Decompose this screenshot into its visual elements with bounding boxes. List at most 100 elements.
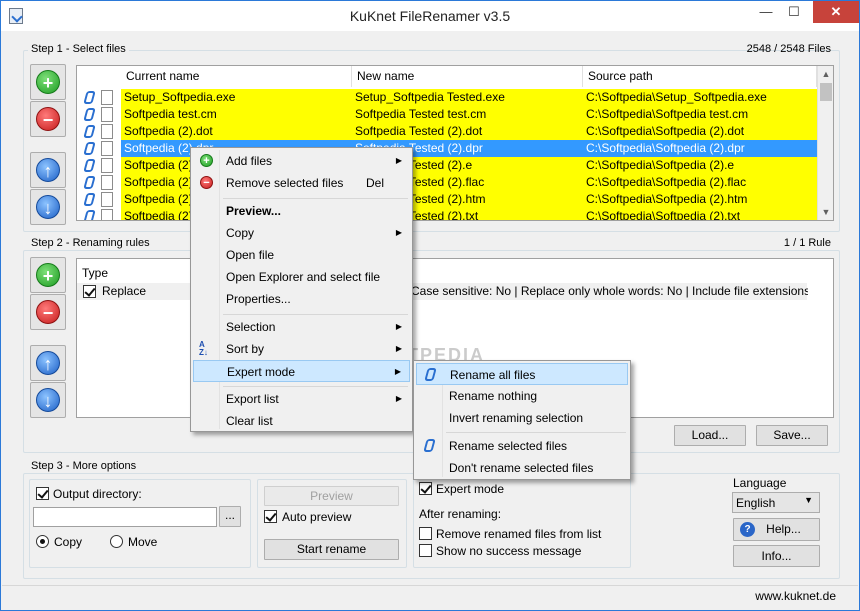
kuknet-file-icon xyxy=(83,175,95,189)
preview-button[interactable]: Preview xyxy=(264,486,399,506)
step1-file-count: 2548 / 2548 Files xyxy=(746,43,831,55)
rule-up-button[interactable]: ↑ xyxy=(30,345,66,381)
current-name-cell: Softpedia (2).dot xyxy=(124,124,213,138)
sort-az-icon: A Z↓ xyxy=(199,340,208,357)
menu-expert-mode[interactable]: Expert mode ▶ xyxy=(193,360,410,382)
col-new-name[interactable]: New name xyxy=(352,66,583,87)
kuknet-file-icon xyxy=(83,124,95,138)
add-rule-button[interactable]: + xyxy=(30,257,66,293)
menu-separator xyxy=(223,198,408,199)
menu-export-list[interactable]: Export list ▶ xyxy=(193,388,410,410)
language-select[interactable]: English ▼ xyxy=(732,492,820,513)
move-radio[interactable] xyxy=(110,535,123,548)
menu-copy[interactable]: Copy ▶ xyxy=(193,222,410,244)
maximize-button[interactable]: ☐ xyxy=(781,1,807,23)
file-icon xyxy=(101,175,113,190)
menu-properties[interactable]: Properties... xyxy=(193,288,410,310)
up-arrow-icon: ↑ xyxy=(36,158,60,182)
save-rules-button[interactable]: Save... xyxy=(756,425,828,446)
new-name-cell: Setup_Softpedia Tested.exe xyxy=(355,90,505,104)
help-button-label: Help... xyxy=(766,522,801,536)
col-source-path[interactable]: Source path xyxy=(583,66,817,87)
scroll-thumb[interactable] xyxy=(820,83,832,101)
col-current-name[interactable]: Current name xyxy=(121,66,352,87)
add-icon: + xyxy=(36,70,60,94)
move-label: Move xyxy=(128,535,158,549)
no-success-checkbox[interactable] xyxy=(419,544,432,557)
kuknet-file-icon xyxy=(83,158,95,172)
submenu-dont-rename-selected[interactable]: Don't rename selected files xyxy=(416,457,628,479)
website-link[interactable]: www.kuknet.de xyxy=(755,589,836,603)
after-renaming-label: After renaming: xyxy=(419,507,502,521)
kuknet-file-icon xyxy=(83,141,95,155)
remove-renamed-label: Remove renamed files from list xyxy=(436,527,602,541)
menu-open-explorer[interactable]: Open Explorer and select file xyxy=(193,266,410,288)
title-bar[interactable]: KuKnet FileRenamer v3.5 — ☐ ✕ xyxy=(1,1,859,31)
up-arrow-icon: ↑ xyxy=(36,351,60,375)
remove-rule-button[interactable]: − xyxy=(30,294,66,330)
submenu-arrow-icon: ▶ xyxy=(395,322,402,331)
menu-open-file[interactable]: Open file xyxy=(193,244,410,266)
minimize-button[interactable]: — xyxy=(753,1,779,23)
rule-row[interactable]: Replace Case sensitive: No | Replace onl… xyxy=(77,283,808,300)
copy-radio[interactable] xyxy=(36,535,49,548)
no-success-label: Show no success message xyxy=(436,544,582,558)
help-icon: ? xyxy=(740,522,755,537)
submenu-invert-selection[interactable]: Invert renaming selection xyxy=(416,407,628,429)
submenu-rename-nothing[interactable]: Rename nothing xyxy=(416,385,628,407)
help-button[interactable]: ? Help... xyxy=(733,518,820,541)
info-button[interactable]: Info... xyxy=(733,545,820,567)
menu-preview[interactable]: Preview... xyxy=(193,200,410,222)
menu-separator xyxy=(223,314,408,315)
remove-files-button[interactable]: − xyxy=(30,101,66,137)
scroll-up-icon[interactable]: ▲ xyxy=(818,66,833,82)
file-row[interactable]: Setup_Softpedia.exe Setup_Softpedia Test… xyxy=(121,89,817,106)
file-list-scrollbar[interactable]: ▲ ▼ xyxy=(817,66,833,220)
submenu-rename-all[interactable]: Rename all files xyxy=(416,363,628,385)
source-path-cell: C:\Softpedia\Softpedia (2).dot xyxy=(586,124,745,138)
menu-remove-selected-label: Remove selected files xyxy=(226,176,344,190)
menu-sort-by[interactable]: A Z↓ Sort by ▶ xyxy=(193,338,410,360)
move-up-button[interactable]: ↑ xyxy=(30,152,66,188)
output-directory-input[interactable] xyxy=(33,507,217,527)
menu-add-files[interactable]: + Add files ▶ xyxy=(193,150,410,172)
kuknet-file-icon xyxy=(83,192,95,206)
close-button[interactable]: ✕ xyxy=(813,1,859,23)
submenu-rename-selected[interactable]: Rename selected files xyxy=(416,435,628,457)
step2-rule-count: 1 / 1 Rule xyxy=(783,237,831,249)
file-icon xyxy=(101,107,113,122)
remove-icon: − xyxy=(199,175,215,191)
source-path-cell: C:\Softpedia\Softpedia (2).txt xyxy=(586,209,741,221)
remove-icon: − xyxy=(36,107,60,131)
add-icon: + xyxy=(36,263,60,287)
menu-expert-mode-label: Expert mode xyxy=(227,365,296,379)
language-label: Language xyxy=(733,476,787,490)
remove-renamed-checkbox[interactable] xyxy=(419,527,432,540)
browse-button[interactable]: ... xyxy=(219,506,241,527)
expert-mode-checkbox[interactable] xyxy=(419,482,432,495)
rule-enabled-checkbox[interactable] xyxy=(83,285,96,298)
submenu-arrow-icon: ▶ xyxy=(395,394,402,403)
rule-down-button[interactable]: ↓ xyxy=(30,382,66,418)
auto-preview-checkbox[interactable] xyxy=(264,510,277,523)
add-files-button[interactable]: + xyxy=(30,64,66,100)
output-directory-label: Output directory: xyxy=(53,487,142,501)
move-down-button[interactable]: ↓ xyxy=(30,189,66,225)
auto-preview-label: Auto preview xyxy=(282,510,352,524)
language-value: English xyxy=(736,496,776,510)
file-row[interactable]: Softpedia (2).dot Softpedia Tested (2).d… xyxy=(121,123,817,140)
new-name-cell: Softpedia Tested (2).dot xyxy=(355,124,483,138)
submenu-rename-selected-label: Rename selected files xyxy=(449,439,568,453)
menu-remove-selected[interactable]: − Remove selected files Del xyxy=(193,172,410,194)
output-directory-checkbox[interactable] xyxy=(36,487,49,500)
menu-clear-list[interactable]: Clear list xyxy=(193,410,410,432)
file-icon xyxy=(101,209,113,220)
file-row[interactable]: Softpedia test.cm Softpedia Tested test.… xyxy=(121,106,817,123)
scroll-down-icon[interactable]: ▼ xyxy=(818,204,833,220)
menu-selection[interactable]: Selection ▶ xyxy=(193,316,410,338)
start-rename-button[interactable]: Start rename xyxy=(264,539,399,560)
menu-separator xyxy=(223,386,408,387)
load-rules-button[interactable]: Load... xyxy=(674,425,746,446)
step3-label: Step 3 - More options xyxy=(28,460,140,472)
col-type[interactable]: Type xyxy=(77,263,197,284)
